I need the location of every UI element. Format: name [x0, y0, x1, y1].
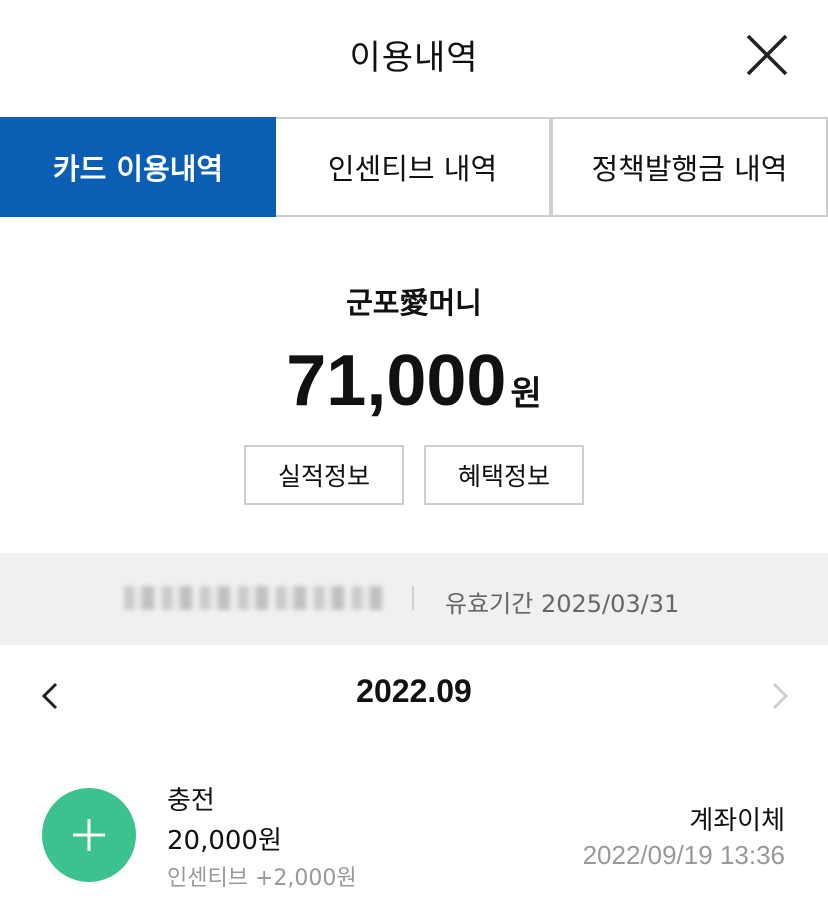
current-month: 2022.09 — [356, 673, 472, 709]
transaction-method: 계좌이체 — [689, 806, 785, 836]
validity-date: 유효기간 2025/03/31 — [445, 590, 680, 618]
balance-row: 71,000 원 — [0, 340, 828, 422]
transaction-item[interactable]: 충전 20,000원 인센티브 +2,000원 계좌이체 2022/09/19 … — [0, 770, 828, 900]
plus-icon — [73, 819, 105, 851]
next-month-button[interactable] — [764, 678, 794, 714]
header: 이용내역 — [0, 0, 828, 110]
balance-unit: 원 — [510, 374, 542, 414]
transaction-incentive: 인센티브 +2,000원 — [167, 866, 357, 891]
card-name: 군포愛머니 — [346, 286, 482, 320]
close-button[interactable] — [744, 32, 790, 78]
balance-summary: 군포愛머니 71,000 원 — [0, 280, 828, 422]
tab-bar: 카드 이용내역 인센티브 내역 정책발행금 내역 — [0, 117, 828, 217]
benefit-info-button[interactable]: 혜택정보 — [424, 445, 584, 505]
page-title: 이용내역 — [349, 38, 479, 78]
transaction-amount: 20,000원 — [167, 826, 282, 856]
info-buttons: 실적정보 혜택정보 — [0, 445, 828, 505]
transaction-date: 2022/09/19 13:36 — [582, 840, 785, 870]
month-navigator: 2022.09 — [0, 660, 828, 730]
chevron-right-icon — [772, 682, 789, 710]
performance-info-button[interactable]: 실적정보 — [244, 445, 404, 505]
transaction-type: 충전 — [167, 786, 215, 816]
tab-card-usage[interactable]: 카드 이용내역 — [0, 117, 276, 217]
close-icon — [746, 34, 788, 76]
charge-icon-button — [42, 788, 136, 882]
tab-incentive[interactable]: 인센티브 내역 — [276, 117, 551, 217]
card-info-bar: 유효기간 2025/03/31 — [0, 553, 828, 645]
balance-amount: 71,000 — [286, 341, 507, 421]
divider — [412, 586, 414, 610]
masked-card-number — [124, 586, 386, 610]
tab-policy-issued[interactable]: 정책발행금 내역 — [551, 117, 828, 217]
